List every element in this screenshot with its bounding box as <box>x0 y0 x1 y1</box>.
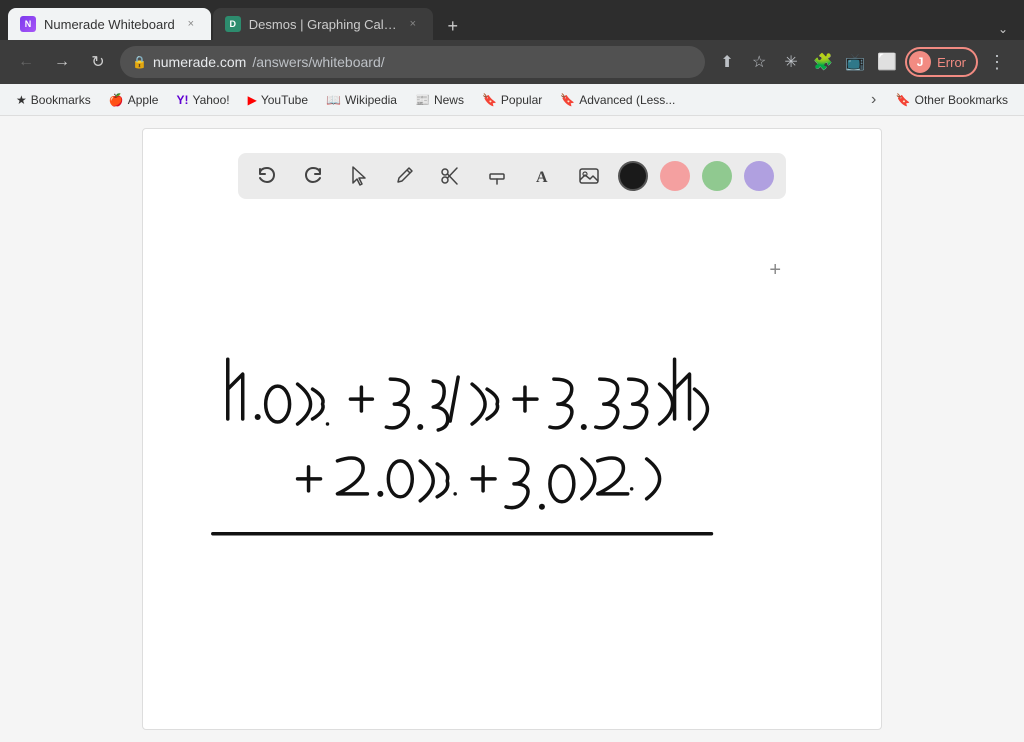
tab-desmos-title: Desmos | Graphing Calculat... <box>249 17 397 32</box>
tab-numerade[interactable]: N Numerade Whiteboard × <box>8 8 211 40</box>
bookmark-popular-label: Popular <box>501 93 542 107</box>
bookmark-youtube-label: YouTube <box>261 93 308 107</box>
bookmark-bookmarks-label: Bookmarks <box>31 93 91 107</box>
whiteboard[interactable]: A + <box>142 128 882 730</box>
bookmark-apple[interactable]: 🍎 Apple <box>101 90 167 110</box>
bookmark-advanced-label: Advanced (Less... <box>579 93 675 107</box>
tab-expand-button[interactable]: ⌄ <box>990 18 1016 40</box>
wikipedia-icon: 📖 <box>326 93 341 107</box>
address-bar: ← → ↻ 🔒 numerade.com/answers/whiteboard/… <box>0 40 1024 84</box>
advanced-icon: 🔖 <box>560 93 575 107</box>
popular-icon: 🔖 <box>482 93 497 107</box>
tab-numerade-title: Numerade Whiteboard <box>44 17 175 32</box>
youtube-icon: ▶ <box>248 93 257 107</box>
browser-toolbar-icons: ⬆ ☆ ✳ 🧩 📺 ⬜ J Error ⋮ <box>713 47 1012 77</box>
new-tab-button[interactable]: + <box>439 12 467 40</box>
share-icon[interactable]: ⬆ <box>713 48 741 76</box>
profile-status: Error <box>937 55 966 70</box>
window-icon[interactable]: ⬜ <box>873 48 901 76</box>
bookmark-yahoo[interactable]: Y! Yahoo! <box>168 90 237 110</box>
numerade-favicon-icon: N <box>20 16 36 32</box>
equation-line2 <box>298 458 660 510</box>
lock-icon: 🔒 <box>132 55 147 69</box>
bookmark-news-label: News <box>434 93 464 107</box>
whiteboard-canvas[interactable] <box>143 129 881 729</box>
bookmark-star-icon: ★ <box>16 93 27 107</box>
address-input[interactable]: 🔒 numerade.com/answers/whiteboard/ <box>120 46 705 78</box>
bookmark-wikipedia[interactable]: 📖 Wikipedia <box>318 90 405 110</box>
profile-button[interactable]: J Error <box>905 47 978 77</box>
address-url-path: /answers/whiteboard/ <box>252 54 384 70</box>
tab-bar: N Numerade Whiteboard × D Desmos | Graph… <box>0 0 1024 40</box>
bookmark-yahoo-label: Yahoo! <box>192 93 229 107</box>
back-button[interactable]: ← <box>12 48 40 76</box>
browser-chrome: N Numerade Whiteboard × D Desmos | Graph… <box>0 0 1024 116</box>
news-icon: 📰 <box>415 93 430 107</box>
whiteboard-container: A + <box>0 116 1024 742</box>
bookmark-youtube[interactable]: ▶ YouTube <box>240 90 316 110</box>
reload-button[interactable]: ↻ <box>84 48 112 76</box>
desmos-favicon-icon: D <box>225 16 241 32</box>
bookmarks-other-icon: 🔖 <box>896 93 911 107</box>
bookmarks-other[interactable]: 🔖 Other Bookmarks <box>888 90 1016 110</box>
menu-button[interactable]: ⋮ <box>982 48 1012 77</box>
address-url-base: numerade.com <box>153 54 246 70</box>
bookmark-apple-label: Apple <box>128 93 159 107</box>
bookmarks-more-button[interactable]: › <box>862 88 886 112</box>
extensions-icon[interactable]: ✳ <box>777 48 805 76</box>
equation-line1 <box>228 359 708 430</box>
bookmarks-other-label: Other Bookmarks <box>915 93 1008 107</box>
bookmark-advanced[interactable]: 🔖 Advanced (Less... <box>552 90 683 110</box>
tab-desmos[interactable]: D Desmos | Graphing Calculat... × <box>213 8 433 40</box>
bookmark-news[interactable]: 📰 News <box>407 90 472 110</box>
puzzle-icon[interactable]: 🧩 <box>809 48 837 76</box>
apple-icon: 🍎 <box>109 93 124 107</box>
bookmark-popular[interactable]: 🔖 Popular <box>474 90 550 110</box>
cast-icon[interactable]: 📺 <box>841 48 869 76</box>
bookmarks-bar: ★ Bookmarks 🍎 Apple Y! Yahoo! ▶ YouTube … <box>0 84 1024 116</box>
forward-button[interactable]: → <box>48 48 76 76</box>
profile-avatar: J <box>909 51 931 73</box>
bookmark-bookmarks[interactable]: ★ Bookmarks <box>8 90 99 110</box>
tab-numerade-close[interactable]: × <box>183 16 199 32</box>
bookmark-star-icon[interactable]: ☆ <box>745 48 773 76</box>
yahoo-icon: Y! <box>176 93 188 107</box>
tab-desmos-close[interactable]: × <box>405 16 421 32</box>
bookmark-wikipedia-label: Wikipedia <box>345 93 397 107</box>
